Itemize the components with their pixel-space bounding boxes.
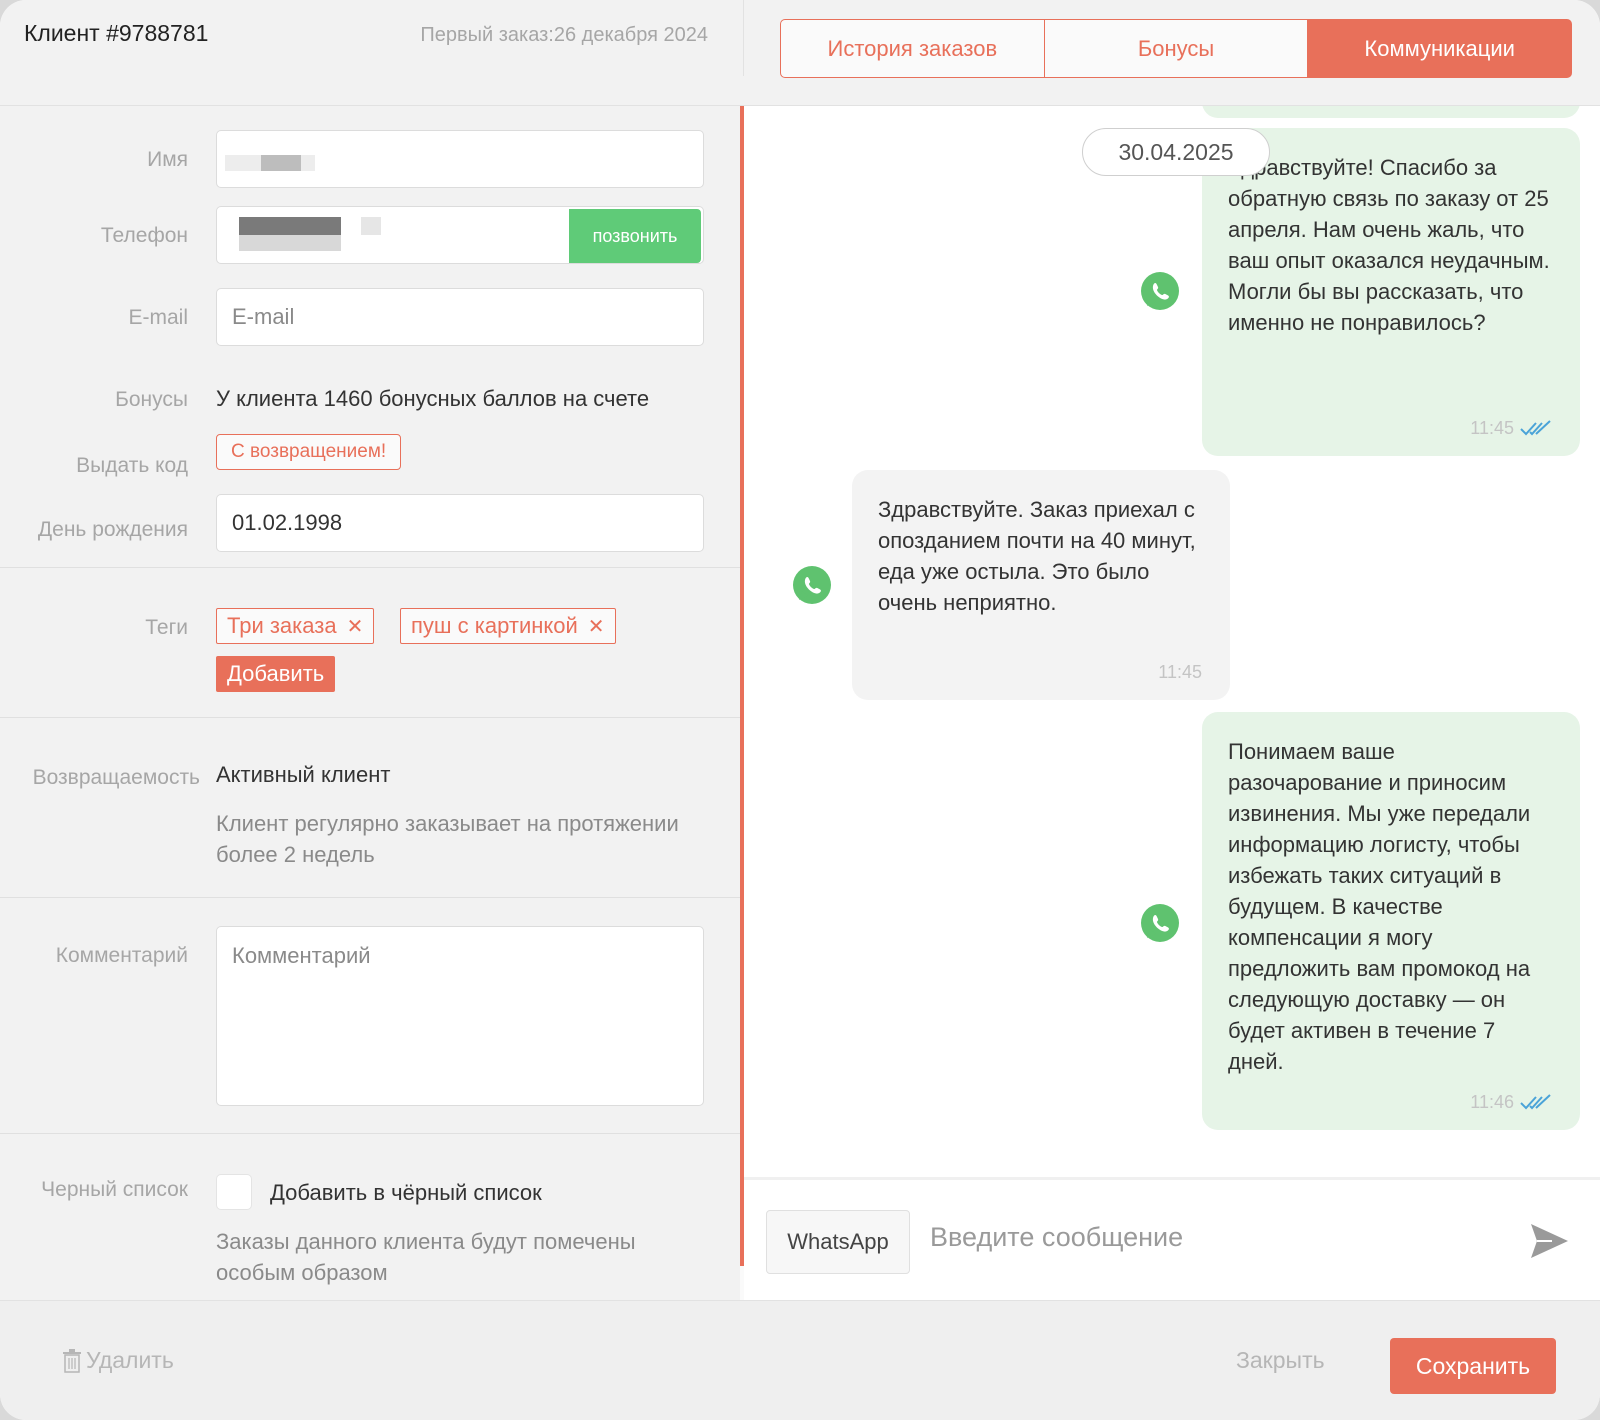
whatsapp-icon <box>1141 272 1179 310</box>
delete-label: Удалить <box>86 1347 174 1373</box>
name-label: Имя <box>147 148 188 171</box>
message-time: 11:46 <box>1470 1092 1514 1112</box>
blacklist-description: Заказы данного клиента будут помечены ос… <box>216 1229 636 1285</box>
message-outgoing: Здравствуйте! Спасибо за обратную связь … <box>1202 128 1580 456</box>
bonuses-label: Бонусы <box>115 388 188 411</box>
blurred-phone-lower <box>239 235 341 251</box>
add-tag-button[interactable]: Добавить <box>216 656 336 692</box>
message-meta: 11:45 <box>1158 657 1202 688</box>
client-header: Клиент #9788781 Первый заказ:26 декабря … <box>0 0 744 106</box>
tab-bonuses[interactable]: Бонусы <box>1044 19 1309 78</box>
retention-label: Возвращаемость <box>32 766 200 789</box>
whatsapp-icon <box>1141 904 1179 942</box>
retention-section: Возвращаемость Активный клиент Клиент ре… <box>0 718 740 898</box>
channel-selector[interactable]: WhatsApp <box>766 1210 910 1274</box>
message-incoming: Здравствуйте. Заказ приехал с опозданием… <box>852 470 1230 700</box>
retention-status: Активный клиент <box>216 762 391 787</box>
comment-label: Комментарий <box>55 944 188 967</box>
tab-order-history[interactable]: История заказов <box>780 19 1045 78</box>
birthday-field[interactable]: 01.02.1998 <box>216 494 704 552</box>
save-button[interactable]: Сохранить <box>1390 1338 1556 1394</box>
retention-description: Клиент регулярно заказывает на протяжени… <box>216 811 679 867</box>
tag-chip[interactable]: пуш с картинкой ✕ <box>400 608 616 644</box>
blacklist-label: Черный список <box>41 1178 188 1201</box>
client-card-modal: Клиент #9788781 Первый заказ:26 декабря … <box>0 0 1600 1420</box>
message-outgoing: Понимаем ваше разочарование и приносим и… <box>1202 712 1580 1130</box>
tab-bar: История заказов Бонусы Коммуникации <box>780 19 1573 78</box>
blurred-name-dark <box>261 155 301 171</box>
message-meta: 11:45 <box>1470 413 1552 444</box>
tag-label: пуш с картинкой <box>411 613 578 638</box>
chat-history[interactable]: Здравствуйте! Спасибо за обратную связь … <box>744 106 1600 1177</box>
message-meta: 11:46 <box>1470 1087 1552 1118</box>
close-button[interactable]: Закрыть <box>1236 1347 1325 1374</box>
message-time: 11:45 <box>1470 418 1514 438</box>
promo-code-chip[interactable]: С возвращением! <box>216 434 402 470</box>
email-label: E-mail <box>128 306 188 329</box>
tab-communications[interactable]: Коммуникации <box>1308 19 1573 78</box>
blurred-phone <box>239 217 341 235</box>
tags-label: Теги <box>145 616 188 639</box>
phone-field[interactable]: позвонить <box>216 206 704 264</box>
delete-button[interactable]: Удалить <box>62 1347 174 1374</box>
blurred-phone-tail <box>361 217 381 235</box>
message-composer: WhatsApp Введите сообщение <box>744 1177 1600 1300</box>
first-order-date: Первый заказ:26 декабря 2024 <box>420 24 708 46</box>
client-form: Имя Телефон позвонить E-mail E-mail Бону… <box>0 106 740 1300</box>
phone-label: Телефон <box>100 224 188 247</box>
message-text: Здравствуйте. Заказ приехал с опозданием… <box>878 497 1196 615</box>
previous-message-bubble <box>1202 106 1580 118</box>
comment-section: Комментарий Комментарий <box>0 898 740 1134</box>
issue-code-label: Выдать код <box>76 454 188 477</box>
comment-textarea[interactable]: Комментарий <box>216 926 704 1106</box>
blacklist-checkbox[interactable] <box>216 1174 252 1210</box>
tag-label: Три заказа <box>227 613 337 638</box>
bonuses-text: У клиента 1460 бонусных баллов на счете <box>216 386 650 411</box>
read-checkmarks-icon <box>1520 1093 1551 1109</box>
tags-section: Теги Три заказа ✕ пуш с картинкой ✕ Доба… <box>0 568 740 718</box>
tag-chip[interactable]: Три заказа ✕ <box>216 608 375 644</box>
message-text: Понимаем ваше разочарование и приносим и… <box>1228 739 1531 1074</box>
remove-tag-icon[interactable]: ✕ <box>347 614 364 639</box>
email-field[interactable]: E-mail <box>216 288 704 346</box>
blacklist-checkbox-label[interactable]: Добавить в чёрный список <box>270 1180 542 1206</box>
birthday-label: День рождения <box>37 518 188 541</box>
client-title: Клиент #9788781 <box>24 20 209 46</box>
blacklist-section: Черный список Добавить в чёрный список З… <box>0 1134 740 1300</box>
send-icon[interactable] <box>1528 1220 1570 1262</box>
trash-icon <box>63 1348 81 1373</box>
message-time: 11:45 <box>1158 662 1202 682</box>
read-checkmarks-icon <box>1520 419 1551 435</box>
name-field[interactable] <box>216 130 704 188</box>
remove-tag-icon[interactable]: ✕ <box>588 614 605 639</box>
tabs-header: История заказов Бонусы Коммуникации <box>744 0 1600 106</box>
modal-footer: Удалить Закрыть Сохранить <box>0 1300 1600 1420</box>
message-text: Здравствуйте! Спасибо за обратную связь … <box>1228 155 1550 335</box>
contact-section: Имя Телефон позвонить E-mail E-mail Бону… <box>0 106 740 568</box>
message-input[interactable]: Введите сообщение <box>930 1222 1490 1262</box>
date-separator: 30.04.2025 <box>1082 128 1270 176</box>
call-button[interactable]: позвонить <box>569 209 701 263</box>
whatsapp-icon <box>793 566 831 604</box>
